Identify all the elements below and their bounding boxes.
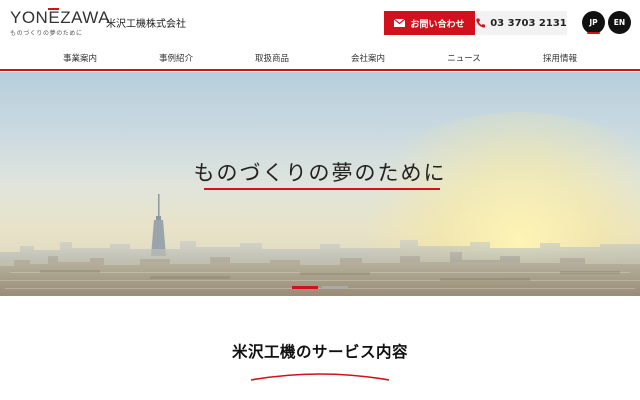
phone-number: 03 3703 2131	[490, 17, 567, 29]
site-header: YONEZAWA ものづくりの夢のために 米沢工機株式会社 お問い合わせ 03 …	[0, 0, 640, 44]
company-name: 米沢工機株式会社	[106, 19, 186, 30]
hero-title: ものづくりの夢のために	[193, 161, 447, 185]
lang-en-button[interactable]: EN	[608, 11, 631, 34]
logo[interactable]: YONEZAWA ものづくりの夢のために	[10, 8, 111, 39]
nav-item-news[interactable]: ニュース	[447, 52, 481, 64]
phone-button[interactable]: 03 3703 2131	[476, 11, 567, 35]
logo-wordmark: YONEZAWA	[10, 8, 111, 27]
nav-item-cases[interactable]: 事例紹介	[159, 52, 193, 64]
logo-tagline: ものづくりの夢のために	[10, 30, 83, 37]
slider-indicator	[292, 286, 348, 289]
services-section-title: 米沢工機のサービス内容	[231, 343, 408, 361]
slider-dot-2[interactable]	[322, 286, 348, 289]
mail-icon	[394, 18, 406, 27]
slider-dot-1[interactable]	[292, 286, 318, 289]
nav-item-products[interactable]: 取扱商品	[255, 52, 289, 64]
nav-item-business[interactable]: 事業案内	[63, 52, 97, 64]
contact-label: お問い合わせ	[410, 19, 465, 30]
services-title-underline	[250, 373, 390, 381]
main-nav: 事業案内 事例紹介 取扱商品 会社案内 ニュース 採用情報	[0, 44, 640, 71]
nav-item-company[interactable]: 会社案内	[351, 52, 385, 64]
hero-cityscape-image	[0, 194, 640, 296]
lang-jp-button[interactable]: JP	[582, 11, 605, 34]
phone-icon	[476, 18, 486, 28]
contact-button[interactable]: お問い合わせ	[384, 11, 475, 35]
hero-slider: ものづくりの夢のために	[0, 72, 640, 296]
nav-item-recruit[interactable]: 採用情報	[543, 52, 577, 64]
hero-title-underline	[204, 188, 440, 190]
